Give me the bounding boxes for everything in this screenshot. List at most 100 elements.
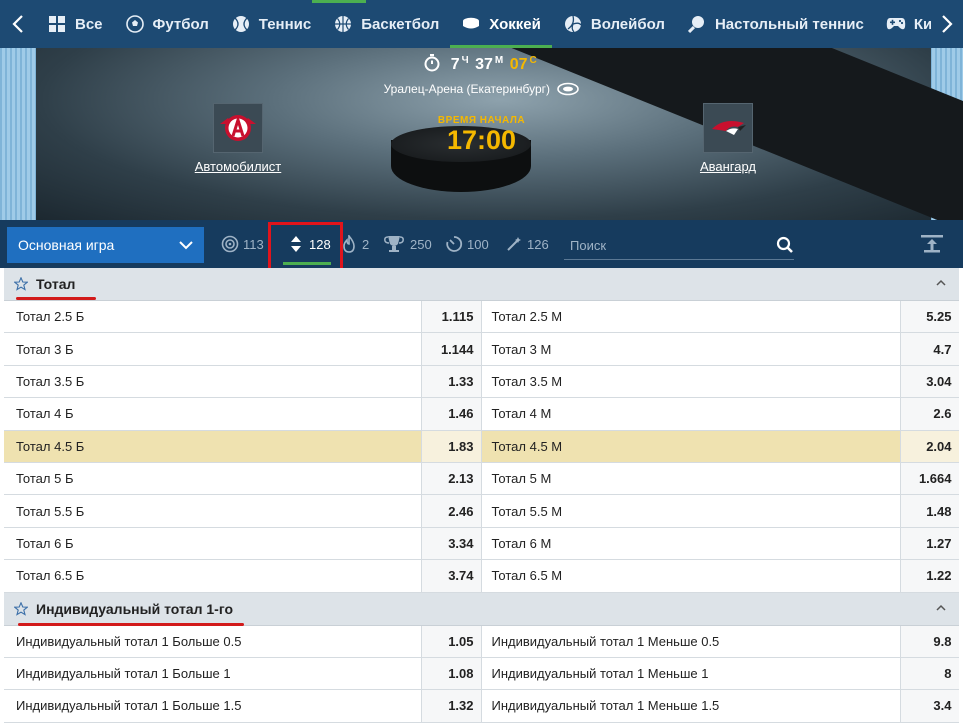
nav-prev-button[interactable]	[0, 0, 36, 48]
star-icon[interactable]	[14, 601, 28, 616]
nav-item-volleyball[interactable]: Волейбол	[552, 0, 676, 48]
outcome-label[interactable]: Индивидуальный тотал 1 Больше 0.5	[4, 626, 421, 657]
nav-item-basketball[interactable]: Баскетбол	[322, 0, 450, 48]
outcome-label[interactable]: Тотал 4.5 М	[481, 430, 900, 462]
chevron-down-icon	[179, 241, 193, 250]
outcome-label[interactable]: Тотал 5.5 Б	[4, 495, 421, 526]
trophy-icon	[382, 235, 406, 253]
timer-minutes-unit: М	[494, 54, 504, 66]
away-team[interactable]: Авангард	[668, 103, 788, 174]
outcome-label[interactable]: Индивидуальный тотал 1 Меньше 1	[482, 658, 900, 689]
outcome-label[interactable]: Тотал 6 М	[482, 528, 900, 559]
table-tennis-icon	[687, 14, 707, 34]
search-input[interactable]	[564, 238, 764, 253]
tennis-ball-icon	[231, 14, 251, 34]
outcome-label[interactable]: Тотал 2.5 Б	[4, 301, 421, 332]
timer-minutes: 37	[475, 56, 493, 73]
odds-value[interactable]: 9.8	[899, 625, 959, 657]
nav-item-hockey[interactable]: Хоккей	[450, 0, 552, 48]
nav-top-accent	[312, 0, 366, 3]
outcome-label[interactable]: Тотал 5.5 М	[482, 495, 900, 526]
odds-value[interactable]: 1.22	[899, 560, 959, 592]
outcome-label[interactable]: Тотал 4 М	[482, 398, 900, 429]
outcome-label[interactable]: Тотал 3 Б	[4, 333, 421, 364]
nav-item-football[interactable]: Футбол	[114, 0, 220, 48]
nav-item-table-tennis[interactable]: Настольный теннис	[676, 0, 875, 48]
market-row: Тотал 5.5 Б 2.46 Тотал 5.5 М 1.48	[4, 495, 959, 528]
odds-value[interactable]: 1.08	[420, 657, 482, 690]
odds-value[interactable]: 1.144	[420, 333, 482, 365]
gamepad-icon	[886, 14, 906, 34]
away-team-name[interactable]: Авангард	[668, 159, 788, 174]
search-icon[interactable]	[776, 236, 794, 254]
stadium-icon	[557, 82, 580, 96]
outcome-label[interactable]: Тотал 4.5 Б	[4, 430, 421, 462]
odds-value[interactable]: 1.46	[420, 398, 482, 430]
outcome-label[interactable]: Индивидуальный тотал 1 Меньше 1.5	[482, 690, 900, 721]
odds-value[interactable]: 3.74	[420, 560, 482, 592]
home-team-name[interactable]: Автомобилист	[178, 159, 298, 174]
chevron-right-icon	[942, 15, 953, 33]
outcome-label[interactable]: Тотал 3.5 Б	[4, 366, 421, 397]
outcome-label[interactable]: Индивидуальный тотал 1 Меньше 0.5	[482, 626, 900, 657]
nav-item-label: Волейбол	[590, 15, 665, 33]
market-search[interactable]	[564, 232, 794, 260]
filter-hot[interactable]: 2	[340, 232, 369, 256]
filter-count: 100	[467, 236, 489, 252]
outcome-label[interactable]: Тотал 6.5 Б	[4, 560, 421, 591]
timer-hours-unit: Ч	[461, 54, 469, 66]
odds-value[interactable]: 1.05	[420, 625, 482, 657]
outcome-label[interactable]: Тотал 5 М	[482, 463, 900, 494]
market-row: Индивидуальный тотал 1 Больше 0.5 1.05 Ин…	[4, 625, 959, 658]
nav-item-tennis[interactable]: Теннис	[220, 0, 322, 48]
market-section-title: Тотал	[36, 276, 76, 292]
market-section-header-individual-total[interactable]: Индивидуальный тотал 1-го	[4, 592, 959, 626]
odds-value[interactable]: 1.83	[420, 430, 482, 462]
chevron-up-icon[interactable]	[935, 603, 947, 613]
odds-value[interactable]: 1.48	[899, 495, 959, 527]
nav-item-all[interactable]: Все	[36, 0, 114, 48]
grid-icon	[47, 14, 67, 34]
odds-value[interactable]: 3.04	[899, 365, 959, 398]
collapse-header-icon[interactable]	[921, 234, 943, 254]
odds-value[interactable]: 1.33	[420, 365, 482, 398]
odds-value[interactable]: 1.32	[420, 690, 482, 722]
odds-value[interactable]: 3.4	[899, 690, 959, 722]
market-section-header-total[interactable]: Тотал	[4, 268, 959, 301]
outcome-label[interactable]: Тотал 6 Б	[4, 528, 421, 559]
markets: Тотал Тотал 2.5 Б 1.115 Тотал 2.5 М 5.25 Т…	[4, 268, 959, 723]
sports-nav: Все Футбол Теннис Баскетбол Хоккей Волей…	[0, 0, 963, 48]
outcome-label[interactable]: Индивидуальный тотал 1 Больше 1	[4, 658, 421, 689]
filter-all-markets[interactable]: 113	[221, 232, 264, 256]
filter-specials[interactable]: 250	[382, 232, 432, 256]
chevron-up-icon[interactable]	[935, 278, 947, 288]
outcome-label[interactable]: Тотал 2.5 М	[482, 301, 900, 332]
odds-value[interactable]: 3.34	[420, 527, 482, 560]
nav-item-esports[interactable]: КиберСпорт	[875, 0, 931, 48]
outcome-label[interactable]: Тотал 4 Б	[4, 398, 421, 429]
odds-value[interactable]: 2.6	[899, 398, 959, 430]
outcome-label[interactable]: Тотал 6.5 М	[482, 560, 900, 591]
outcome-label[interactable]: Тотал 5 Б	[4, 463, 421, 494]
filter-periods[interactable]: 100	[445, 232, 489, 256]
filter-stats[interactable]: 126	[505, 232, 549, 256]
outcome-label[interactable]: Тотал 3.5 М	[482, 366, 900, 397]
nav-item-label: Баскетбол	[361, 15, 440, 33]
odds-value[interactable]: 8	[899, 657, 959, 690]
odds-value[interactable]: 1.27	[899, 527, 959, 560]
nav-next-button[interactable]	[931, 0, 963, 48]
odds-value[interactable]: 2.04	[899, 430, 959, 462]
basketball-icon	[333, 14, 353, 34]
market-row: Тотал 2.5 Б 1.115 Тотал 2.5 М 5.25	[4, 301, 959, 334]
timer-hours: 7	[450, 56, 460, 73]
odds-value[interactable]: 1.115	[420, 301, 482, 333]
odds-value[interactable]: 4.7	[899, 333, 959, 365]
odds-value[interactable]: 1.664	[899, 462, 959, 495]
outcome-label[interactable]: Индивидуальный тотал 1 Больше 1.5	[4, 690, 421, 721]
game-period-select[interactable]: Основная игра	[7, 227, 204, 263]
odds-value[interactable]: 2.13	[420, 462, 482, 495]
outcome-label[interactable]: Тотал 3 М	[482, 333, 900, 364]
star-icon[interactable]	[14, 277, 28, 291]
odds-value[interactable]: 5.25	[899, 301, 959, 333]
odds-value[interactable]: 2.46	[420, 495, 482, 527]
